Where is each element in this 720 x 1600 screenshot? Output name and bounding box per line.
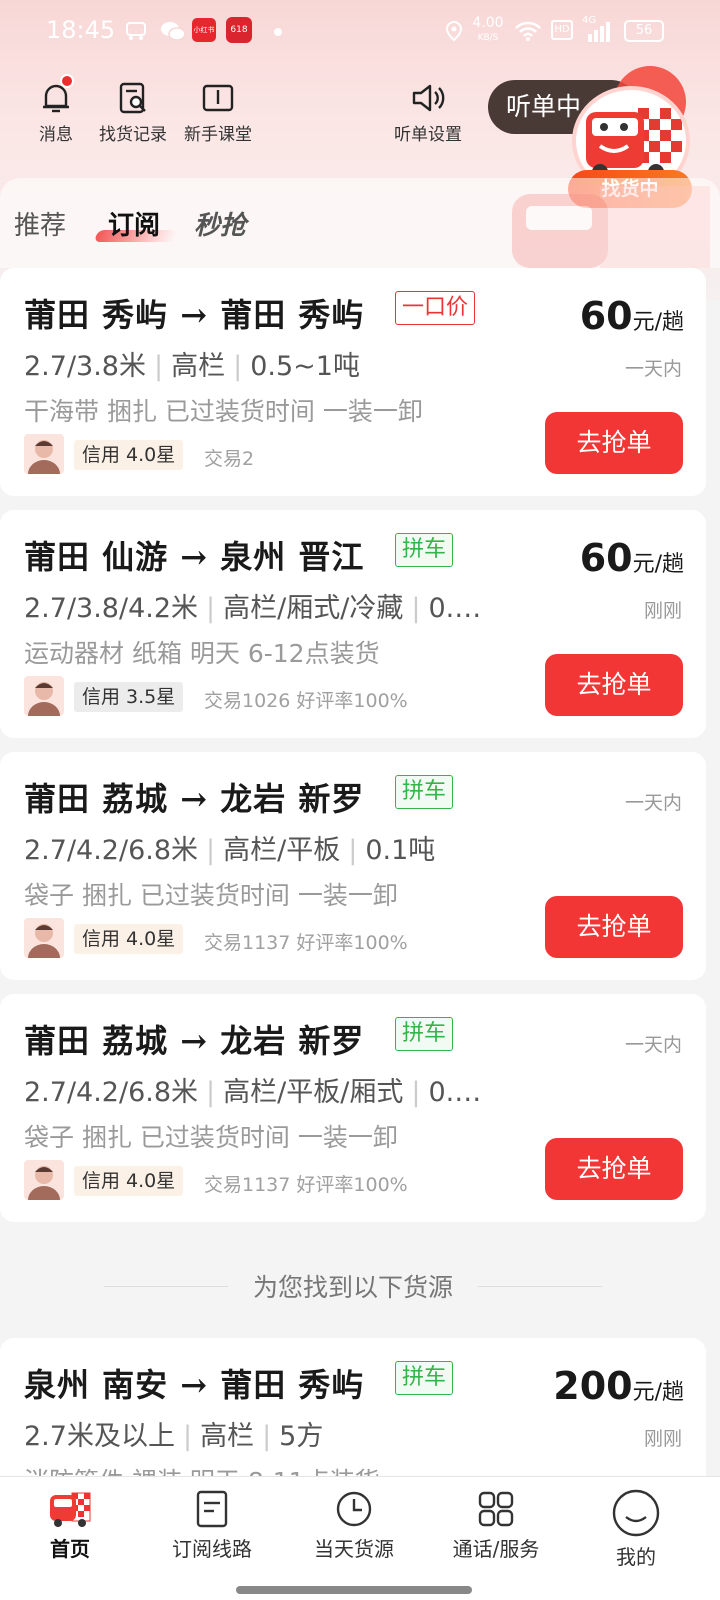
trade-count: 交易1026 好评率100%: [204, 690, 408, 712]
grab-order-button[interactable]: 去抢单: [545, 654, 683, 716]
notification-dot: [274, 28, 282, 36]
post-time: 一天内: [624, 358, 682, 380]
history-button[interactable]: 找货记录: [94, 80, 172, 145]
cargo-card[interactable]: 莆田 秀屿 → 莆田 秀屿 一口价 60元/趟 一天内 2.7/3.8米 | 高栏 |…: [0, 268, 706, 496]
grab-order-button[interactable]: 去抢单: [545, 1138, 683, 1200]
cargo-description: 袋子 捆扎 已过装货时间 一装一卸: [24, 881, 398, 910]
credit-badge: 信用 4.0星: [74, 1166, 184, 1196]
nav-home-label: 首页: [50, 1537, 90, 1561]
vehicle-spec: 2.7/3.8米 | 高栏 | 0.5~1吨: [24, 351, 360, 382]
listen-settings-button[interactable]: 听单设置: [388, 80, 468, 145]
avatar: [24, 676, 64, 716]
nav-profile-label: 我的: [616, 1545, 656, 1569]
tutorial-button[interactable]: 新手课堂: [180, 80, 256, 145]
carpool-tag: 拼车: [395, 1017, 454, 1051]
tab-subscribe[interactable]: 订阅: [108, 205, 160, 242]
cargo-description: 运动器材 纸箱 明天 6-12点装货: [24, 639, 380, 668]
avatar: [24, 434, 64, 474]
grab-order-button[interactable]: 去抢单: [545, 412, 683, 474]
tab-recommend[interactable]: 推荐: [14, 205, 66, 242]
bottom-navigation: 首页 订阅线路 当天货源 通话/服务 我的: [0, 1476, 720, 1600]
nav-profile[interactable]: 我的: [566, 1489, 706, 1570]
wifi-icon: [514, 20, 541, 42]
nav-call-service-label: 通话/服务: [452, 1537, 540, 1561]
tab-flash-grab[interactable]: 秒抢: [194, 205, 246, 242]
promo-app-icon: 618: [226, 17, 252, 43]
price: 60元/趟: [579, 536, 684, 580]
listen-settings-label: 听单设置: [394, 125, 462, 145]
vehicle-spec: 2.7/4.2/6.8米 | 高栏/平板 | 0.1吨: [24, 835, 436, 866]
vehicle-spec: 2.7/3.8/4.2米 | 高栏/厢式/冷藏 | 0.…: [24, 593, 482, 624]
vehicle-spec: 2.7米及以上 | 高栏 | 5方: [24, 1421, 324, 1452]
credit-badge: 信用 4.0星: [74, 924, 184, 954]
trade-count: 交易1137 好评率100%: [204, 1174, 408, 1196]
signal-icon: [584, 20, 610, 42]
hd-icon: HD: [551, 20, 573, 40]
book-icon: [202, 84, 234, 112]
price: 60元/趟: [579, 294, 684, 338]
route-text: 莆田 荔城 → 龙岩 新罗: [24, 1022, 365, 1060]
trade-count: 交易2: [204, 448, 255, 470]
carpool-tag: 拼车: [395, 775, 454, 809]
avatar: [24, 1160, 64, 1200]
trade-count: 交易1137 好评率100%: [204, 932, 408, 954]
nav-today-cargo[interactable]: 当天货源: [284, 1489, 424, 1562]
results-divider-text: 为您找到以下货源: [252, 1273, 453, 1302]
listening-label: 听单中: [506, 92, 582, 121]
home-truck-icon: [50, 1492, 91, 1527]
credit-badge: 信用 4.0星: [74, 440, 184, 470]
route-text: 莆田 荔城 → 龙岩 新罗: [24, 780, 365, 818]
post-time: 一天内: [624, 1034, 682, 1056]
post-time: 刚刚: [643, 600, 682, 622]
credit-badge: 信用 3.5星: [74, 682, 184, 712]
cargo-card[interactable]: 莆田 荔城 → 龙岩 新罗 拼车 一天内 2.7/4.2/6.8米 | 高栏/平板 |…: [0, 752, 706, 980]
nav-subscribed-routes-label: 订阅线路: [172, 1537, 252, 1561]
route-text: 泉州 南安 → 莆田 秀屿: [24, 1366, 365, 1404]
post-time: 刚刚: [643, 1428, 682, 1450]
history-label: 找货记录: [99, 125, 167, 145]
cargo-card[interactable]: 泉州 南安 → 莆田 秀屿 拼车 200元/趟 刚刚 2.7米及以上 | 高栏 | 5方…: [0, 1338, 706, 1498]
messages-label: 消息: [39, 125, 73, 145]
cargo-card[interactable]: 莆田 仙游 → 泉州 晋江 拼车 60元/趟 刚刚 2.7/3.8/4.2米 | 高…: [0, 510, 706, 738]
cargo-description: 袋子 捆扎 已过装货时间 一装一卸: [24, 1123, 398, 1152]
carpool-tag: 拼车: [395, 1361, 454, 1395]
status-time: 18:45: [46, 16, 116, 44]
truck-background-decoration: [512, 186, 710, 268]
speaker-icon: [412, 84, 445, 112]
battery-indicator: 56: [624, 20, 664, 42]
location-icon: [444, 20, 470, 42]
search-record-icon: [119, 82, 146, 114]
car-icon: [124, 20, 150, 42]
net-speed-value: 4.00: [472, 15, 504, 31]
carpool-tag: 拼车: [395, 533, 454, 567]
xiaohongshu-app-icon: 小红书: [192, 18, 216, 42]
message-unread-dot: [60, 74, 74, 88]
messages-button[interactable]: 消息: [30, 80, 82, 145]
profile-face-icon: [612, 1489, 660, 1537]
nav-subscribed-routes[interactable]: 订阅线路: [142, 1489, 282, 1562]
cargo-card[interactable]: 莆田 荔城 → 龙岩 新罗 拼车 一天内 2.7/4.2/6.8米 | 高栏/平板/…: [0, 994, 706, 1222]
nav-home[interactable]: 首页: [0, 1489, 140, 1562]
route-list-icon: [196, 1490, 228, 1528]
home-indicator-bar: [236, 1586, 472, 1594]
grid-apps-icon: [478, 1491, 514, 1527]
vehicle-spec: 2.7/4.2/6.8米 | 高栏/平板/厢式 | 0.…: [24, 1077, 482, 1108]
net-speed-unit: KB/S: [477, 33, 499, 43]
nav-today-cargo-label: 当天货源: [314, 1537, 394, 1561]
clock-icon: [336, 1491, 372, 1527]
cargo-description: 干海带 捆扎 已过装货时间 一装一卸: [24, 397, 423, 426]
avatar: [24, 918, 64, 958]
wechat-icon: [160, 20, 186, 42]
route-text: 莆田 仙游 → 泉州 晋江: [24, 538, 365, 576]
fixed-price-tag: 一口价: [395, 291, 476, 325]
post-time: 一天内: [624, 792, 682, 814]
grab-order-button[interactable]: 去抢单: [545, 896, 683, 958]
route-text: 莆田 秀屿 → 莆田 秀屿: [24, 296, 365, 334]
price: 200元/趟: [553, 1364, 684, 1408]
tutorial-label: 新手课堂: [184, 125, 252, 145]
nav-call-service[interactable]: 通话/服务: [426, 1489, 566, 1562]
status-bar: 18:45 小红书 618 4.00 KB/S HD 4G 56: [0, 0, 720, 62]
